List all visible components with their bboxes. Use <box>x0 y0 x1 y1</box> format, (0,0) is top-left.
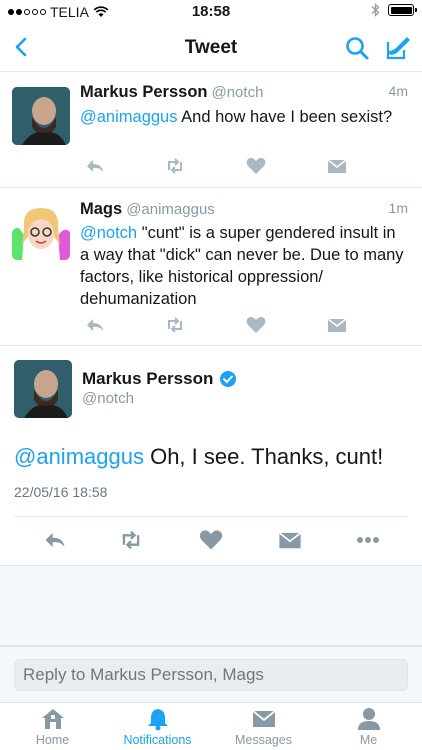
tweet-time: 4m <box>388 83 408 99</box>
reply-icon[interactable] <box>84 156 106 176</box>
tweet-actions <box>80 156 408 178</box>
person-icon <box>358 708 380 730</box>
retweet-icon[interactable] <box>118 528 144 552</box>
direct-message-icon[interactable] <box>326 156 348 176</box>
author-name[interactable]: Markus Persson <box>82 369 237 389</box>
empty-area <box>0 566 422 646</box>
envelope-icon <box>252 710 276 727</box>
bluetooth-icon <box>371 3 380 17</box>
avatar[interactable] <box>14 360 72 418</box>
like-icon[interactable] <box>245 156 267 176</box>
tab-bar: Home Notifications Messages Me <box>0 702 422 750</box>
like-icon[interactable] <box>245 315 267 335</box>
reply-tweet[interactable]: Markus Persson @notch 4m @animaggus And h… <box>0 73 422 188</box>
tweet-text: @animaggus And how have I been sexist? <box>80 108 393 126</box>
like-icon[interactable] <box>198 528 224 552</box>
author-handle[interactable]: @notch <box>211 84 263 101</box>
more-options-icon[interactable] <box>355 528 381 552</box>
nav-bar: Tweet <box>0 24 422 72</box>
reply-tweet[interactable]: Mags @animaggus 1m @notch "cunt" is a sup… <box>0 188 422 346</box>
tab-label: Home <box>35 733 70 747</box>
avatar[interactable] <box>12 202 70 260</box>
tab-messages[interactable]: Messages <box>211 703 316 750</box>
mention-link[interactable]: @notch <box>80 224 137 242</box>
author-handle[interactable]: @animaggus <box>126 201 215 218</box>
author-handle[interactable]: @notch <box>82 390 134 407</box>
tab-notifications[interactable]: Notifications <box>105 703 210 750</box>
author-name[interactable]: Mags <box>80 200 122 218</box>
main-tweet-actions <box>0 528 422 554</box>
home-icon <box>42 709 64 729</box>
tweet-text: @notch "cunt" is a super gendered insult… <box>80 224 404 308</box>
reply-bar <box>0 646 422 702</box>
tab-label: Messages <box>235 733 292 747</box>
search-icon[interactable] <box>344 35 370 61</box>
tab-me[interactable]: Me <box>316 703 421 750</box>
compose-icon[interactable] <box>384 34 412 62</box>
tweet-actions <box>80 315 408 337</box>
mention-link[interactable]: @animaggus <box>80 108 177 126</box>
avatar[interactable] <box>12 87 70 145</box>
reply-icon[interactable] <box>84 315 106 335</box>
reply-input[interactable] <box>14 659 408 691</box>
mention-link[interactable]: @animaggus <box>14 444 144 469</box>
status-bar: TELIA 18:58 <box>0 0 422 24</box>
direct-message-icon[interactable] <box>326 315 348 335</box>
reply-icon[interactable] <box>42 528 68 552</box>
bell-icon <box>148 709 168 731</box>
tweet-timestamp: 22/05/16 18:58 <box>14 484 108 500</box>
divider <box>14 516 408 517</box>
verified-badge-icon <box>220 371 237 387</box>
retweet-icon[interactable] <box>164 315 186 335</box>
retweet-icon[interactable] <box>164 156 186 176</box>
tab-label: Me <box>359 733 378 747</box>
tab-home[interactable]: Home <box>0 703 105 750</box>
direct-message-icon[interactable] <box>277 528 303 552</box>
tweet-time: 1m <box>388 200 408 216</box>
clock: 18:58 <box>191 3 231 20</box>
author-name[interactable]: Markus Persson <box>80 83 207 101</box>
tweet-text: @animaggus Oh, I see. Thanks, cunt! <box>14 444 384 469</box>
battery-icon <box>388 4 417 16</box>
tab-label: Notifications <box>123 733 192 747</box>
